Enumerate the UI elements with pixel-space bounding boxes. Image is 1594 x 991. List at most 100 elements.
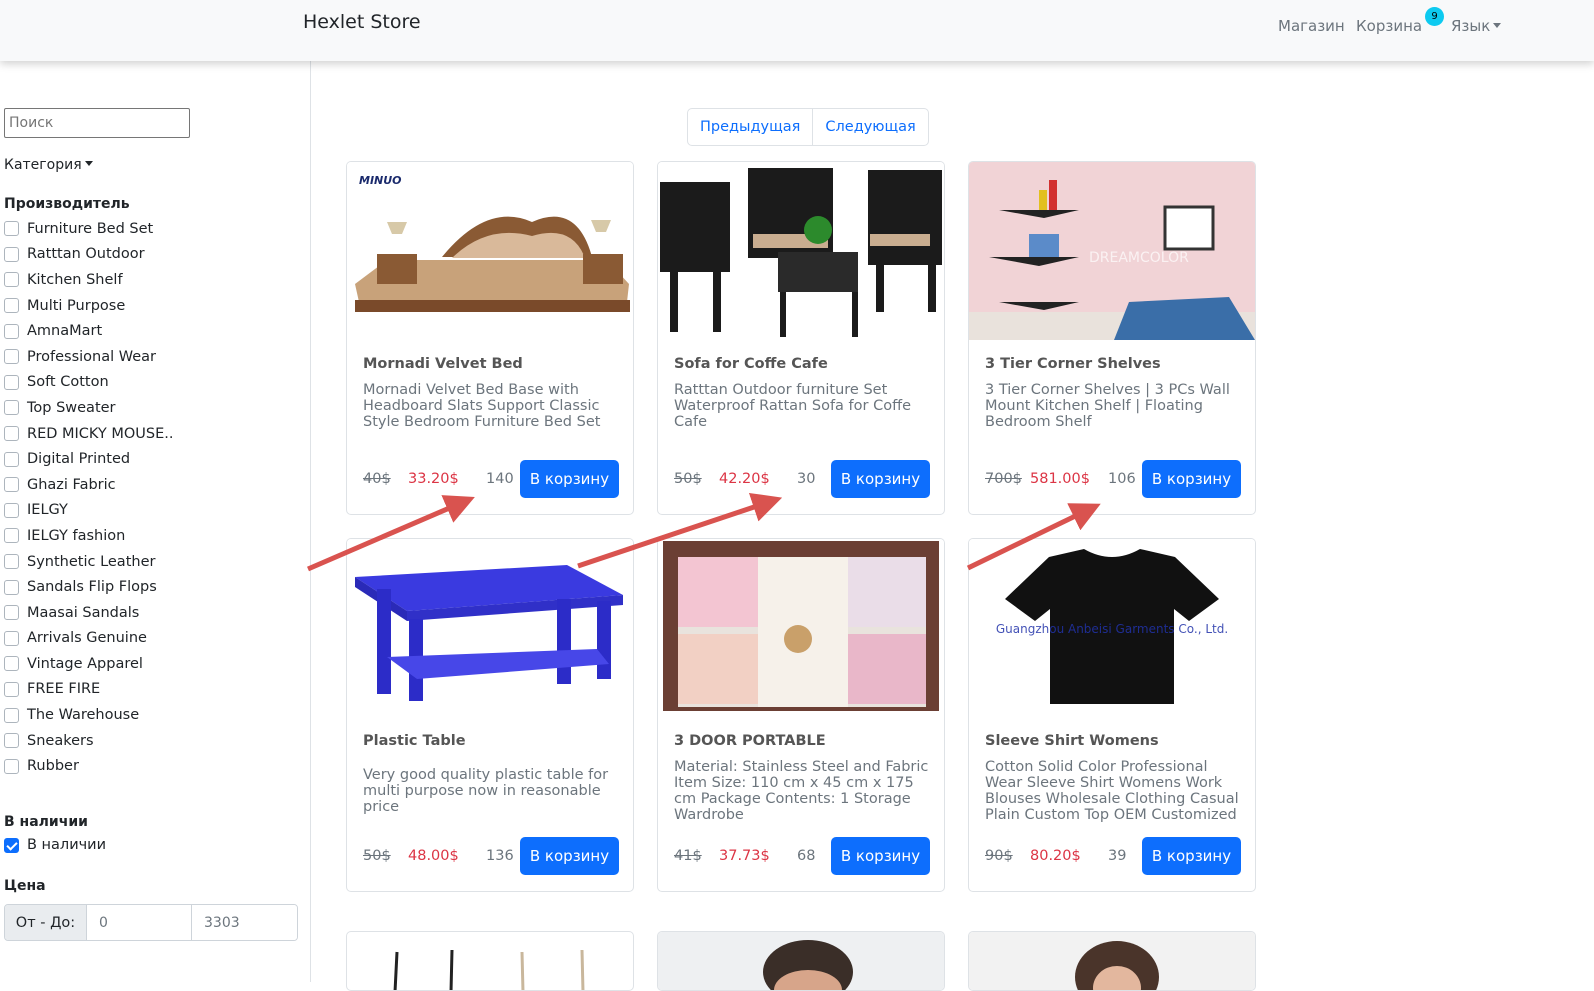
manufacturer-filter-item[interactable]: Synthetic Leather: [4, 549, 174, 575]
price-to-input[interactable]: [192, 905, 297, 940]
nav-cart-link[interactable]: Корзина: [1356, 17, 1422, 35]
manufacturer-filter-item[interactable]: Top Sweater: [4, 395, 174, 421]
manufacturer-label: Furniture Bed Set: [27, 220, 154, 237]
product-title[interactable]: Mornadi Velvet Bed: [363, 356, 523, 372]
stock-quantity: 136: [486, 848, 514, 864]
product-title[interactable]: Sleeve Shirt Womens: [985, 733, 1159, 749]
manufacturer-filter-item[interactable]: Vintage Apparel: [4, 651, 174, 677]
manufacturer-checkbox[interactable]: [4, 502, 19, 518]
rattan-chairs-image[interactable]: [658, 162, 944, 340]
add-to-cart-button[interactable]: В корзину: [1142, 837, 1241, 875]
brand-link[interactable]: Hexlet Store: [303, 11, 421, 33]
next-page-button[interactable]: Следующая: [812, 109, 927, 145]
add-to-cart-button[interactable]: В корзину: [831, 837, 930, 875]
manufacturer-filter-item[interactable]: Soft Cotton: [4, 370, 174, 396]
manufacturer-filter-item[interactable]: Arrivals Genuine: [4, 626, 174, 652]
add-to-cart-button[interactable]: В корзину: [831, 460, 930, 498]
manufacturer-checkbox[interactable]: [4, 758, 19, 774]
manufacturer-filter-item[interactable]: Digital Printed: [4, 446, 174, 472]
manufacturer-checkbox[interactable]: [4, 681, 19, 697]
manufacturer-filter-item[interactable]: The Warehouse: [4, 702, 174, 728]
manufacturer-checkbox[interactable]: [4, 400, 19, 416]
stock-quantity: 106: [1108, 471, 1136, 487]
manufacturer-filter-item[interactable]: Kitchen Shelf: [4, 267, 174, 293]
manufacturer-checkbox[interactable]: [4, 451, 19, 467]
manufacturer-label: Sneakers: [27, 732, 94, 749]
manufacturer-filter-item[interactable]: Maasai Sandals: [4, 600, 174, 626]
availability-checkbox[interactable]: [4, 837, 19, 853]
manufacturer-label: Soft Cotton: [27, 374, 109, 391]
manufacturer-checkbox[interactable]: [4, 605, 19, 621]
nav-shop-link[interactable]: Магазин: [1278, 17, 1345, 35]
manufacturer-filter-item[interactable]: FREE FIRE: [4, 677, 174, 703]
manufacturer-checkbox[interactable]: [4, 733, 19, 749]
filter-sidebar: Категория Производитель Furniture Bed Se…: [0, 61, 311, 982]
manufacturer-filter-item[interactable]: AmnaMart: [4, 318, 174, 344]
manufacturer-checkbox[interactable]: [4, 477, 19, 493]
product-card: Sofa for Coffe Cafe Ratttan Outdoor furni…: [657, 161, 945, 515]
prev-page-button[interactable]: Предыдущая: [688, 109, 812, 145]
manufacturer-checkbox[interactable]: [4, 323, 19, 339]
manufacturer-checkbox[interactable]: [4, 349, 19, 365]
category-label: Категория: [4, 157, 82, 173]
manufacturer-checkbox[interactable]: [4, 630, 19, 646]
price-title: Цена: [4, 878, 46, 894]
corner-shelves-image[interactable]: DREAMCOLOR: [969, 162, 1255, 340]
wardrobe-image[interactable]: [658, 539, 944, 717]
manufacturer-checkbox[interactable]: [4, 221, 19, 237]
sale-price: 37.73$: [719, 848, 770, 864]
manufacturer-label: AmnaMart: [27, 323, 103, 340]
manufacturer-filter-item[interactable]: Ratttan Outdoor: [4, 242, 174, 268]
manufacturer-checkbox[interactable]: [4, 707, 19, 723]
man-photo-image: [658, 932, 944, 990]
add-to-cart-button[interactable]: В корзину: [1142, 460, 1241, 498]
pagination: Предыдущая Следующая: [687, 108, 929, 146]
plastic-table-image[interactable]: [347, 539, 633, 717]
manufacturer-label: Top Sweater: [27, 399, 116, 416]
manufacturer-filter-item[interactable]: RED MICKY MOUSE..: [4, 421, 174, 447]
manufacturer-checkbox[interactable]: [4, 374, 19, 390]
stock-quantity: 39: [1108, 848, 1127, 864]
category-dropdown[interactable]: Категория: [4, 157, 93, 173]
product-title[interactable]: 3 DOOR PORTABLE: [674, 733, 826, 749]
manufacturer-filter-item[interactable]: IELGY: [4, 498, 174, 524]
manufacturer-checkbox[interactable]: [4, 579, 19, 595]
product-title[interactable]: 3 Tier Corner Shelves: [985, 356, 1161, 372]
manufacturer-checkbox[interactable]: [4, 656, 19, 672]
stock-quantity: 140: [486, 471, 514, 487]
manufacturer-checkbox[interactable]: [4, 426, 19, 442]
price-from-input[interactable]: [87, 905, 192, 940]
bed-image[interactable]: MINUO: [347, 162, 633, 340]
manufacturer-checkbox[interactable]: [4, 246, 19, 262]
add-to-cart-button[interactable]: В корзину: [520, 460, 619, 498]
manufacturer-checkbox[interactable]: [4, 298, 19, 314]
product-card: [968, 931, 1256, 991]
old-price: 700$: [985, 471, 1022, 487]
manufacturer-filter-item[interactable]: Rubber: [4, 753, 174, 779]
manufacturer-filter-item[interactable]: Ghazi Fabric: [4, 472, 174, 498]
manufacturer-filter-item[interactable]: Sandals Flip Flops: [4, 574, 174, 600]
product-title[interactable]: Sofa for Coffe Cafe: [674, 356, 828, 372]
manufacturer-filter-item[interactable]: IELGY fashion: [4, 523, 174, 549]
search-input[interactable]: [4, 108, 190, 138]
manufacturer-checkbox[interactable]: [4, 528, 19, 544]
manufacturer-checkbox[interactable]: [4, 272, 19, 288]
price-range-label: От - До:: [5, 905, 87, 940]
sale-price: 42.20$: [719, 471, 770, 487]
nav-language-dropdown[interactable]: Язык: [1451, 17, 1502, 35]
product-footer: 90$ 80.20$ 39 В корзину: [985, 837, 1241, 875]
manufacturer-checkbox[interactable]: [4, 554, 19, 570]
manufacturer-label: Synthetic Leather: [27, 553, 156, 570]
cart-count-badge: 9: [1425, 7, 1444, 26]
manufacturer-filter-item[interactable]: Professional Wear: [4, 344, 174, 370]
manufacturer-label: Maasai Sandals: [27, 604, 140, 621]
availability-checkbox-row[interactable]: В наличии: [4, 837, 106, 853]
manufacturer-filter-item[interactable]: Sneakers: [4, 728, 174, 754]
manufacturer-filter-item[interactable]: Multi Purpose: [4, 293, 174, 319]
manufacturer-filter-item[interactable]: Furniture Bed Set: [4, 216, 174, 242]
manufacturer-label: RED MICKY MOUSE..: [27, 425, 174, 442]
add-to-cart-button[interactable]: В корзину: [520, 837, 619, 875]
product-title[interactable]: Plastic Table: [363, 733, 466, 749]
black-tshirt-image[interactable]: Guangzhou Anbeisi Garments Co., Ltd.: [969, 539, 1255, 717]
sale-price: 33.20$: [408, 471, 459, 487]
